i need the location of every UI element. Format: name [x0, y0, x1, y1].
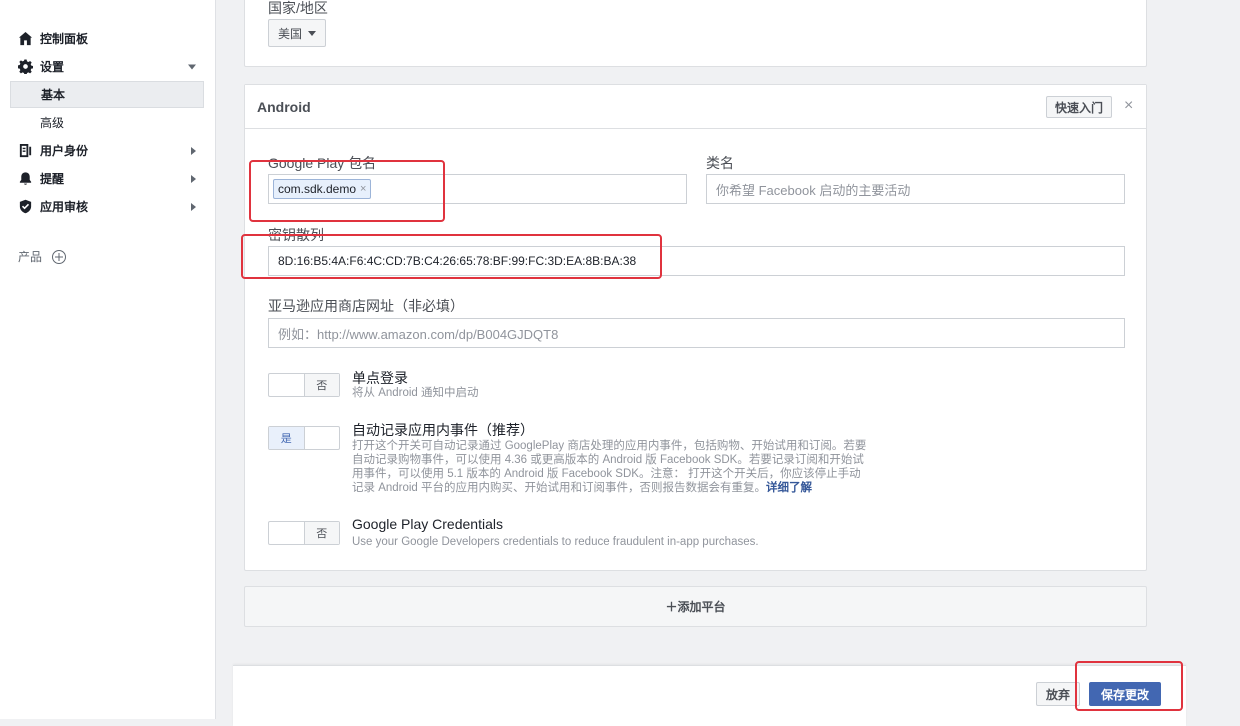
gpc-toggle[interactable]: 否: [268, 521, 340, 545]
sidebar-item-basic[interactable]: 基本: [10, 81, 204, 108]
sidebar-item-dashboard[interactable]: 控制面板: [10, 25, 204, 52]
sso-title: 单点登录: [352, 370, 408, 386]
chevron-right-icon: [191, 174, 196, 183]
autolog-desc-line: 自动记录购物事件，可以使用 4.36 或更高版本的 Android 版 Face…: [352, 454, 864, 466]
class-name-field[interactable]: 你希望 Facebook 启动的主要活动: [706, 174, 1125, 204]
products-section: 产品: [18, 248, 67, 265]
quickstart-button[interactable]: 快速入门: [1046, 96, 1112, 118]
country-select[interactable]: 美国: [268, 19, 327, 47]
home-icon: [17, 31, 33, 47]
gpc-title: Google Play Credentials: [352, 516, 503, 532]
country-select-value: 美国: [278, 26, 303, 41]
autolog-desc-line: 记录 Android 平台的应用内购买、开始试用和订阅事件，否则报告数据会有重复…: [352, 481, 912, 495]
sidebar-item-advanced[interactable]: 高级: [10, 109, 204, 136]
class-name-label: 类名: [706, 155, 734, 171]
id-card-icon: [17, 143, 33, 159]
toggle-label: 是: [269, 427, 305, 449]
android-title: Android: [257, 99, 311, 115]
sidebar-item-roles[interactable]: 用户身份: [10, 137, 204, 164]
gpc-description: Use your Google Developers credentials t…: [352, 536, 759, 548]
sso-description: 将从 Android 通知中启动: [352, 387, 479, 399]
sidebar-item-app-review[interactable]: 应用审核: [10, 193, 204, 220]
amazon-url-label: 亚马逊应用商店网址（非必填）: [268, 298, 464, 314]
toggle-label: 否: [303, 522, 339, 544]
autolog-description: 打开这个开关可自动记录通过 GooglePlay 商店处理的应用内事件，包括购物…: [352, 439, 912, 495]
add-platform-button[interactable]: ＋添加平台: [244, 586, 1147, 627]
learn-more-link[interactable]: 详细了解: [766, 482, 812, 494]
sidebar-item-alerts[interactable]: 提醒: [10, 165, 204, 192]
toggle-right: [305, 427, 340, 449]
chevron-right-icon: [191, 146, 196, 155]
shield-check-icon: [17, 199, 33, 215]
chevron-down-icon: [308, 30, 317, 36]
highlight-save-button: [1075, 661, 1183, 711]
sidebar-item-label: 用户身份: [40, 144, 89, 158]
bell-icon: [17, 171, 33, 187]
autolog-desc-line: 用事件，可以使用 5.1 版本的 Android 版 Facebook SDK。…: [352, 468, 861, 480]
products-label: 产品: [18, 250, 43, 264]
country-panel: 国家/地区 美国: [244, 0, 1147, 67]
sidebar-item-label: 应用审核: [40, 200, 89, 214]
footer-bar: 放弃 保存更改: [233, 665, 1186, 726]
autolog-desc-line: 打开这个开关可自动记录通过 GooglePlay 商店处理的应用内事件，包括购物…: [352, 440, 867, 452]
amazon-url-field[interactable]: 例如：http://www.amazon.com/dp/B004GJDQT8: [268, 318, 1125, 348]
close-icon[interactable]: ×: [1124, 97, 1133, 115]
autolog-toggle[interactable]: 是: [268, 426, 340, 450]
toggle-left: [269, 374, 304, 396]
sidebar-item-label: 控制面板: [40, 32, 89, 46]
android-panel: Android 快速入门 × Google Play 包名 com.sdk.de…: [244, 84, 1147, 571]
discard-button[interactable]: 放弃: [1036, 682, 1080, 706]
chevron-right-icon: [191, 202, 196, 211]
sidebar-item-settings[interactable]: 设置: [10, 53, 204, 80]
toggle-left: [269, 522, 304, 544]
chevron-down-icon: [188, 64, 196, 69]
android-panel-header: Android 快速入门 ×: [245, 85, 1146, 129]
add-product-icon[interactable]: [52, 249, 67, 264]
sso-toggle[interactable]: 否: [268, 373, 340, 397]
sidebar: 控制面板 设置 基本 高级 用户身份 提醒 应用审核 产品: [0, 0, 216, 719]
gear-icon: [17, 59, 33, 75]
country-label: 国家/地区: [268, 0, 328, 16]
sidebar-item-label: 提醒: [40, 172, 65, 186]
sidebar-item-label: 设置: [40, 60, 65, 74]
autolog-title: 自动记录应用内事件（推荐）: [352, 422, 534, 438]
highlight-key-hash: [241, 234, 662, 279]
toggle-label: 否: [303, 374, 339, 396]
autolog-desc-text: 记录 Android 平台的应用内购买、开始试用和订阅事件，否则报告数据会有重复…: [352, 482, 767, 494]
highlight-package-name: [249, 160, 445, 222]
